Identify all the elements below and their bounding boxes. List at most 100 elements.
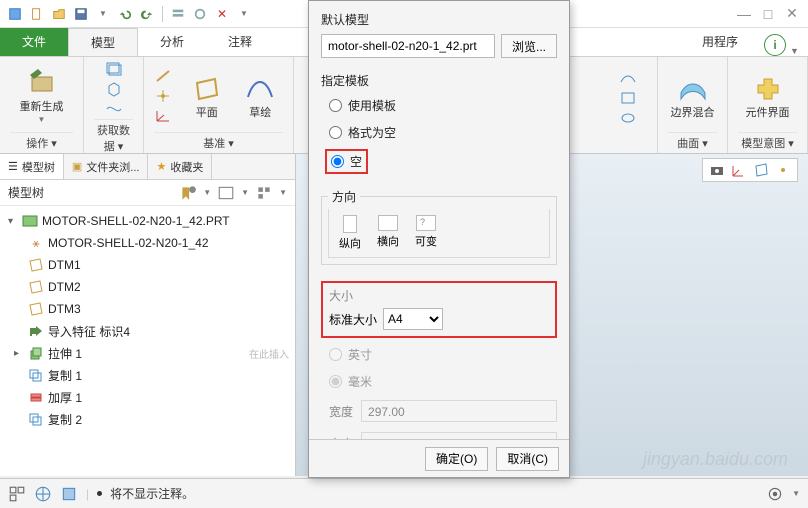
highlight-empty: 空: [325, 149, 368, 174]
tree-item[interactable]: DTM2: [0, 276, 295, 298]
chevron-down-icon[interactable]: ▼: [790, 46, 808, 56]
import-icon: [28, 324, 44, 338]
chevron-down-icon[interactable]: ▼: [235, 5, 253, 23]
star-icon: ★: [156, 160, 166, 173]
axis-icon[interactable]: [154, 68, 172, 84]
tree-item[interactable]: 加厚 1: [0, 386, 295, 408]
layer-icon[interactable]: [60, 485, 78, 503]
redo-icon[interactable]: [138, 5, 156, 23]
close-icon[interactable]: ✕: [213, 5, 231, 23]
cube-icon[interactable]: [105, 81, 123, 97]
tree-item[interactable]: DTM1: [0, 254, 295, 276]
wrap-icon[interactable]: [105, 101, 123, 117]
tree-item[interactable]: 复制 1: [0, 364, 295, 386]
plane-icon[interactable]: [753, 162, 769, 178]
globe-icon[interactable]: [34, 485, 52, 503]
close-button[interactable]: ✕: [780, 5, 804, 22]
app-icon: [6, 5, 24, 23]
thicken-icon: [28, 390, 44, 404]
orientation-landscape[interactable]: 横向: [371, 213, 405, 253]
tab-favorites[interactable]: ★ 收藏夹: [148, 154, 212, 179]
tab-model[interactable]: 模型: [68, 28, 138, 56]
model-tree[interactable]: ▾ MOTOR-SHELL-02-N20-1_42.PRT ⚹ MOTOR-SH…: [0, 206, 295, 476]
part-icon: [22, 214, 38, 228]
height-field: 210.00: [361, 432, 557, 439]
model-tree-panel: ☰ 模型树 ▣ 文件夹浏... ★ 收藏夹 模型树 ▼ ▼ ▼ ▾: [0, 154, 296, 476]
datum-icon: [28, 280, 44, 294]
gear-icon[interactable]: [766, 485, 784, 503]
copy-icon: [28, 412, 44, 426]
tree-icon[interactable]: [8, 485, 26, 503]
datum-icon: [28, 258, 44, 272]
tree-item[interactable]: ▸ 拉伸 1 在此插入: [0, 342, 295, 364]
chevron-down-icon[interactable]: ▼: [94, 5, 112, 23]
tab-folder[interactable]: ▣ 文件夹浏...: [64, 154, 149, 179]
folder-icon: ▣: [72, 160, 82, 173]
compif-button[interactable]: 元件界面: [744, 73, 792, 119]
surf-icon[interactable]: [619, 90, 637, 106]
extrude-icon: [28, 346, 44, 360]
section-orientation: 方向: [328, 188, 360, 205]
new-icon[interactable]: [28, 5, 46, 23]
model-name-input[interactable]: [321, 34, 495, 58]
camera-icon[interactable]: [709, 162, 725, 178]
datum-icon: [28, 302, 44, 316]
show-icon[interactable]: [217, 184, 235, 202]
browse-button[interactable]: 浏览...: [501, 34, 557, 58]
settings-icon[interactable]: [255, 184, 273, 202]
highlight-size: 大小 标准大小 A4: [321, 281, 557, 338]
cancel-button[interactable]: 取消(C): [496, 447, 559, 471]
tab-app[interactable]: 用程序: [680, 28, 760, 56]
size-select[interactable]: A4: [383, 308, 443, 330]
point-icon[interactable]: [154, 88, 172, 104]
watermark: jingyan.baidu.com: [643, 449, 788, 470]
tab-model-tree[interactable]: ☰ 模型树: [0, 154, 64, 179]
open-icon[interactable]: [50, 5, 68, 23]
undo-icon[interactable]: [116, 5, 134, 23]
surf-icon[interactable]: [619, 110, 637, 126]
section-default-model: 默认模型: [321, 11, 557, 28]
radio-mm: 毫米: [321, 371, 557, 392]
orientation-portrait[interactable]: 纵向: [333, 213, 367, 253]
minimize-button[interactable]: —: [732, 6, 756, 22]
status-bar: | 将不显示注释。 ▼: [0, 478, 808, 508]
tab-annotate[interactable]: 注释: [206, 28, 274, 56]
point-icon[interactable]: [775, 162, 791, 178]
radio-empty[interactable]: 空: [331, 153, 362, 170]
maximize-button[interactable]: □: [756, 6, 780, 22]
new-drawing-dialog: 默认模型 浏览... 指定模板 使用模板 格式为空 空 方向 纵向 横向 ?可变…: [308, 0, 570, 478]
surf-icon[interactable]: [619, 70, 637, 86]
tree-icon: ☰: [8, 160, 18, 173]
copy-icon: [28, 368, 44, 382]
radio-use-template[interactable]: 使用模板: [321, 95, 557, 116]
ok-button[interactable]: 确定(O): [425, 447, 488, 471]
boundary-button[interactable]: 边界混合: [669, 73, 717, 119]
csys-icon[interactable]: [154, 108, 172, 124]
tree-item[interactable]: 导入特征 标识4: [0, 320, 295, 342]
box-icon[interactable]: [105, 61, 123, 77]
tree-root[interactable]: ▾ MOTOR-SHELL-02-N20-1_42.PRT: [0, 210, 295, 232]
width-field: 297.00: [361, 400, 557, 422]
radio-format-empty[interactable]: 格式为空: [321, 122, 557, 143]
bullet-icon: [97, 491, 102, 496]
section-template: 指定模板: [321, 72, 557, 89]
radio-inch: 英寸: [321, 344, 557, 365]
tab-file[interactable]: 文件: [0, 28, 68, 56]
tree-item[interactable]: 复制 2: [0, 408, 295, 430]
csys-icon: ⚹: [28, 236, 44, 250]
sketch-button[interactable]: 草绘: [238, 73, 284, 119]
regen-button[interactable]: 重新生成 ▼: [18, 67, 66, 124]
help-icon[interactable]: i: [764, 34, 786, 56]
view-toolbar: [702, 158, 798, 182]
tab-analyze[interactable]: 分析: [138, 28, 206, 56]
status-message: 将不显示注释。: [110, 485, 194, 502]
tree-item[interactable]: DTM3: [0, 298, 295, 320]
tree-item[interactable]: ⚹ MOTOR-SHELL-02-N20-1_42: [0, 232, 295, 254]
orientation-variable[interactable]: ?可变: [409, 213, 443, 253]
toolbar-icon[interactable]: [169, 5, 187, 23]
save-icon[interactable]: [72, 5, 90, 23]
toolbar-icon[interactable]: [191, 5, 209, 23]
filter-icon[interactable]: [179, 184, 197, 202]
axes-icon[interactable]: [731, 162, 747, 178]
plane-button[interactable]: 平面: [184, 73, 230, 119]
